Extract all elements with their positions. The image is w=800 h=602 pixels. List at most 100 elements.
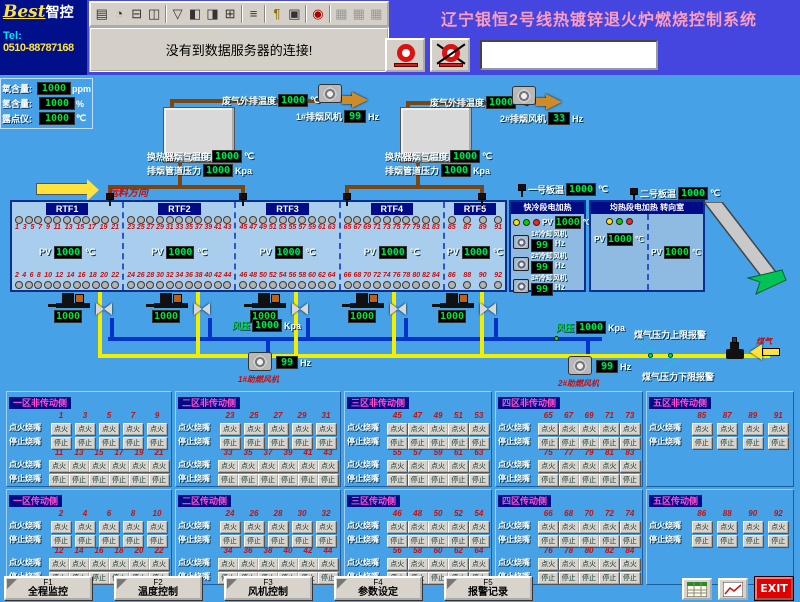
burner-icon[interactable] (448, 216, 456, 224)
burner-icon[interactable] (344, 216, 352, 224)
burner-icon[interactable] (328, 216, 336, 224)
trend-chart-button[interactable] (718, 578, 748, 600)
burner-icon[interactable] (239, 216, 247, 224)
alarm-mute-button[interactable] (430, 38, 470, 72)
burner-icon[interactable] (15, 216, 23, 224)
stop-button-61[interactable]: 停止 (448, 474, 468, 486)
burner-icon[interactable] (223, 281, 231, 289)
burner-icon[interactable] (373, 281, 381, 289)
stop-button-35[interactable]: 停止 (238, 474, 258, 486)
burner-icon[interactable] (166, 281, 174, 289)
burner-icon[interactable] (223, 216, 231, 224)
stop-button-86[interactable]: 停止 (692, 535, 712, 547)
burner-icon[interactable] (15, 281, 23, 289)
burner-icon[interactable] (422, 281, 430, 289)
stop-button-91[interactable]: 停止 (768, 437, 788, 449)
stop-button-19[interactable]: 停止 (129, 474, 149, 486)
burner-icon[interactable] (308, 216, 316, 224)
burner-icon[interactable] (204, 216, 212, 224)
burner-icon[interactable] (373, 216, 381, 224)
burner-icon[interactable] (353, 281, 361, 289)
function-button-f2[interactable]: F2温度控制 (114, 576, 202, 600)
function-button-f4[interactable]: F4参数设定 (334, 576, 422, 600)
book-icon[interactable]: ◫ (146, 5, 161, 23)
burner-icon[interactable] (111, 216, 119, 224)
burner-icon[interactable] (25, 216, 33, 224)
stop-button-83[interactable]: 停止 (620, 474, 640, 486)
burner-icon[interactable] (127, 216, 135, 224)
burner-icon[interactable] (494, 216, 502, 224)
burner-icon[interactable] (156, 216, 164, 224)
export-icon[interactable]: ⊟ (129, 5, 144, 23)
stop-button-77[interactable]: 停止 (559, 474, 579, 486)
print-icon[interactable]: ▣ (287, 5, 302, 23)
burner-icon[interactable] (137, 216, 145, 224)
burner-icon[interactable] (463, 281, 471, 289)
burner-icon[interactable] (402, 281, 410, 289)
burner-icon[interactable] (412, 216, 420, 224)
list-icon[interactable]: ≡ (246, 5, 261, 23)
stop-button-89[interactable]: 停止 (743, 437, 763, 449)
exit-button[interactable]: EXIT (755, 577, 793, 600)
burner-icon[interactable] (318, 281, 326, 289)
stop-button-82[interactable]: 停止 (599, 572, 619, 584)
burner-icon[interactable] (318, 216, 326, 224)
burner-icon[interactable] (422, 216, 430, 224)
stop-button-79[interactable]: 停止 (579, 474, 599, 486)
burner-icon[interactable] (73, 216, 81, 224)
stop-button-43[interactable]: 停止 (318, 474, 338, 486)
burner-icon[interactable] (288, 281, 296, 289)
burner-icon[interactable] (44, 281, 52, 289)
burner-icon[interactable] (393, 281, 401, 289)
stop-button-17[interactable]: 停止 (109, 474, 129, 486)
burner-icon[interactable] (92, 216, 100, 224)
burner-icon[interactable] (249, 281, 257, 289)
gas-shutoff-valve[interactable] (726, 342, 744, 360)
alarm-config-icon[interactable]: ◉ (310, 5, 325, 23)
burner-icon[interactable] (393, 216, 401, 224)
stop-button-63[interactable]: 停止 (469, 474, 489, 486)
stop-button-80[interactable]: 停止 (579, 572, 599, 584)
burner-icon[interactable] (156, 281, 164, 289)
stop-button-75[interactable]: 停止 (538, 474, 558, 486)
burner-icon[interactable] (269, 281, 277, 289)
burner-icon[interactable] (63, 281, 71, 289)
stop-button-76[interactable]: 停止 (538, 572, 558, 584)
stop-button-39[interactable]: 停止 (278, 474, 298, 486)
chart2-icon[interactable]: ◨ (205, 5, 220, 23)
burner-icon[interactable] (194, 281, 202, 289)
burner-icon[interactable] (175, 281, 183, 289)
stop-button-55[interactable]: 停止 (387, 474, 407, 486)
burner-icon[interactable] (34, 216, 42, 224)
function-button-f5[interactable]: F5报警记录 (444, 576, 532, 600)
burner-icon[interactable] (175, 216, 183, 224)
burner-icon[interactable] (259, 216, 267, 224)
stop-button-81[interactable]: 停止 (599, 474, 619, 486)
burner-icon[interactable] (383, 216, 391, 224)
burner-icon[interactable] (298, 281, 306, 289)
burner-icon[interactable] (82, 216, 90, 224)
collate-icon[interactable]: ⊞ (222, 5, 237, 23)
key-icon[interactable]: ¶ (269, 5, 284, 23)
burner-icon[interactable] (279, 281, 287, 289)
refresh-icon[interactable]: ◔ (111, 5, 126, 23)
stop-button-41[interactable]: 停止 (298, 474, 318, 486)
burner-icon[interactable] (328, 281, 336, 289)
table3-icon[interactable]: ▦ (369, 5, 384, 23)
note-input[interactable] (480, 40, 658, 70)
burner-icon[interactable] (214, 216, 222, 224)
burner-icon[interactable] (53, 216, 61, 224)
burner-icon[interactable] (383, 281, 391, 289)
function-button-f1[interactable]: F1全程监控 (4, 576, 92, 600)
burner-icon[interactable] (82, 281, 90, 289)
burner-icon[interactable] (298, 216, 306, 224)
burner-icon[interactable] (92, 281, 100, 289)
table1-icon[interactable]: ▦ (334, 5, 349, 23)
burner-icon[interactable] (185, 281, 193, 289)
burner-icon[interactable] (194, 216, 202, 224)
burner-icon[interactable] (259, 281, 267, 289)
burner-icon[interactable] (479, 281, 487, 289)
stop-button-11[interactable]: 停止 (49, 474, 69, 486)
report-table-button[interactable] (682, 578, 712, 600)
burner-icon[interactable] (214, 281, 222, 289)
